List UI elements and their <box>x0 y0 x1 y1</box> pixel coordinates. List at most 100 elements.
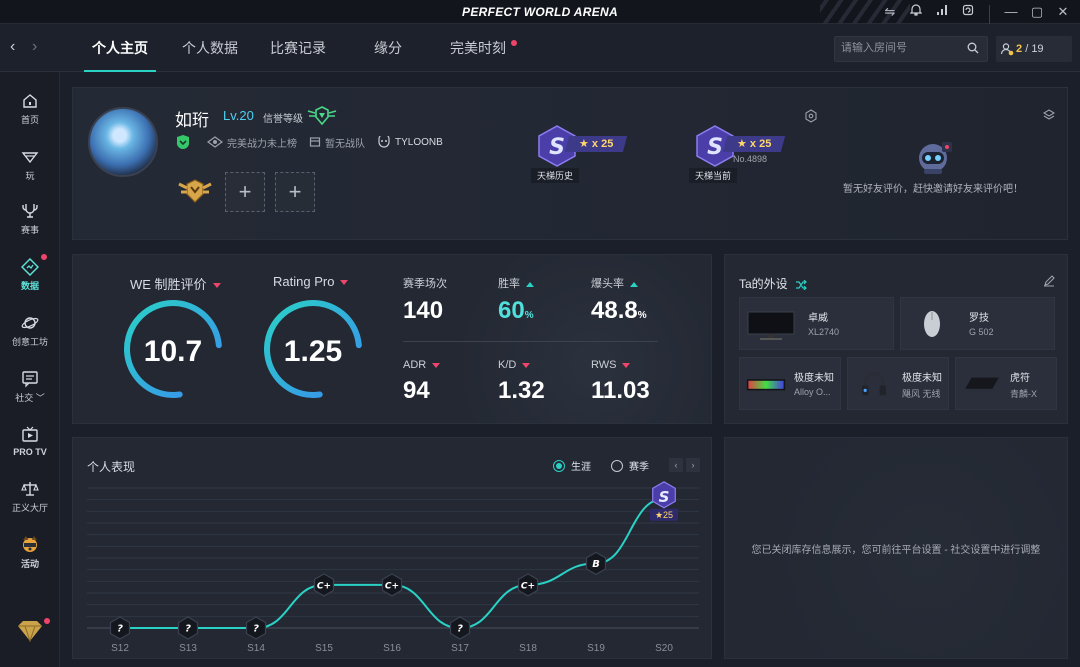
plus-icon: + <box>288 179 302 204</box>
dog-icon <box>23 536 37 552</box>
trophy-icon <box>22 204 38 218</box>
perfect-power[interactable]: 完美战力未上榜 <box>207 135 297 150</box>
history-nav: ‹ › <box>10 38 44 56</box>
clan-info[interactable]: TYLOONB <box>377 136 443 148</box>
svg-text:?: ? <box>457 624 463 635</box>
friends-icon <box>1000 43 1014 56</box>
rating-pro-title[interactable]: Rating Pro <box>273 274 349 289</box>
data-point[interactable]: ? <box>245 616 267 640</box>
inventory-panel: 您已关闭库存信息展示，您可前往平台设置 - 社交设置中进行调整 <box>724 437 1068 659</box>
data-point[interactable]: C+ <box>381 573 403 597</box>
tab-profile-home[interactable]: 个人主页 <box>84 24 156 72</box>
signal-icon[interactable] <box>933 2 951 22</box>
shuffle-icon[interactable] <box>795 279 807 291</box>
sidebar-item-home[interactable]: 首页 <box>0 92 60 126</box>
layers-icon[interactable] <box>1043 109 1055 121</box>
room-search-input[interactable] <box>841 42 961 54</box>
gear-card-monitor[interactable]: 卓威 XL2740 <box>739 297 894 350</box>
ladder-current-label: 天梯当前 <box>689 168 737 183</box>
gear-title: Ta的外设 <box>739 275 807 292</box>
x-tick-label: S19 <box>587 643 605 654</box>
we-rating-title[interactable]: WE 制胜评价 <box>130 274 221 293</box>
notification-dot <box>41 254 47 260</box>
mouse-icon <box>924 311 940 337</box>
profile-panel: 如珩 Lv.20 信誉等级 完美战力未上榜 暂无战队 TYLOONB + + S… <box>72 87 1068 240</box>
caret-up-icon <box>630 281 638 287</box>
svg-text:S: S <box>549 135 565 160</box>
gear-card-mouse[interactable]: 罗技 G 502 <box>900 297 1055 350</box>
caret-down-icon <box>522 362 531 368</box>
tab-perfect-moments[interactable]: 完美时刻 <box>446 24 517 72</box>
data-point[interactable]: ? <box>449 616 471 640</box>
vip-diamond-button[interactable] <box>0 618 60 645</box>
avatar[interactable] <box>88 107 158 177</box>
mode-career-radio[interactable]: 生涯 <box>553 458 591 473</box>
friends-online-count: 2 <box>1016 43 1023 55</box>
rank-wings-badge-icon[interactable] <box>175 172 215 212</box>
gear-card-headset[interactable]: 极度未知 飓风 无线 <box>847 357 949 410</box>
refresh-icon[interactable] <box>959 2 977 22</box>
mode-season-radio[interactable]: 赛季 <box>611 458 649 473</box>
team-icon <box>309 137 321 147</box>
diamond-icon <box>18 621 42 642</box>
stat-season-matches: 赛季场次 140 <box>403 278 447 324</box>
sidebar-item-justice-hall[interactable]: 正义大厅 <box>0 480 60 514</box>
sidebar-item-data[interactable]: 数据 <box>0 254 60 292</box>
inventory-hidden-message: 您已关闭库存信息展示，您可前往平台设置 - 社交设置中进行调整 <box>751 545 1041 556</box>
badge-row: + + <box>175 172 315 212</box>
x-tick-label: S18 <box>519 643 537 654</box>
data-point[interactable]: ? <box>177 616 199 640</box>
tv-icon <box>22 426 38 442</box>
stats-panel: WE 制胜评价 10.7 Rating Pro 1.25 赛季场次 140 胜率… <box>72 254 712 424</box>
settings-hex-icon[interactable] <box>804 109 818 123</box>
guard-badge[interactable] <box>175 134 195 150</box>
chat-icon <box>22 371 38 388</box>
sidebar-item-play[interactable]: 玩 <box>0 148 60 182</box>
data-point[interactable]: C+ <box>517 573 539 597</box>
bell-icon[interactable] <box>907 2 925 22</box>
tab-fate[interactable]: 缘分 <box>364 24 412 72</box>
close-icon[interactable]: ✕ <box>1054 2 1072 22</box>
forward-arrow-icon[interactable]: › <box>32 38 44 56</box>
stat-headshot-rate: 爆头率 48.8% <box>591 278 647 324</box>
data-point[interactable]: ? <box>109 616 131 640</box>
svg-text:B: B <box>592 559 600 570</box>
maximize-icon[interactable]: ▢ <box>1028 2 1046 22</box>
tab-match-records[interactable]: 比赛记录 <box>262 24 334 72</box>
team-info[interactable]: 暂无战队 <box>309 135 365 150</box>
svg-text:?: ? <box>185 624 191 635</box>
sidebar-item-workshop[interactable]: 创意工坊 <box>0 314 60 348</box>
credit-level-icon[interactable] <box>306 105 338 127</box>
performance-panel: S12 S13 S14 S15 S16 S17 S18 S19 S20??? C+ C+? C+ B S ★… <box>72 437 712 659</box>
sidebar-item-pro-tv[interactable]: PRO TV <box>0 426 60 457</box>
stat-win-rate: 胜率 60% <box>498 278 534 324</box>
svg-text:C+: C+ <box>521 581 535 591</box>
friends-counter[interactable]: 2 / 19 <box>996 36 1072 62</box>
sidebar-item-events[interactable]: 赛事 <box>0 202 60 236</box>
gear-card-mousepad[interactable]: 虎符 青麟-X <box>955 357 1057 410</box>
title-bar: PERFECT WORLD ARENA ⇋ — ▢ ✕ <box>0 0 1080 25</box>
sidebar-item-social[interactable]: 社交 ﹀ <box>0 370 60 404</box>
add-badge-button[interactable]: + <box>275 172 315 212</box>
planet-icon <box>21 317 39 329</box>
swap-icon[interactable]: ⇋ <box>881 2 899 22</box>
data-point[interactable]: S ★25 <box>650 481 678 521</box>
minimize-icon[interactable]: — <box>1002 2 1020 22</box>
chart-prev-button[interactable]: ‹ <box>669 458 683 472</box>
play-icon <box>21 152 39 164</box>
credit-level-label: 信誉等级 <box>263 114 303 125</box>
svg-text:?: ? <box>253 624 259 635</box>
data-point[interactable]: B <box>585 551 607 576</box>
edit-icon[interactable] <box>1043 275 1055 287</box>
tab-personal-data[interactable]: 个人数据 <box>168 24 252 72</box>
caret-down-icon <box>432 362 441 368</box>
gear-card-keyboard[interactable]: 极度未知 Alloy O... <box>739 357 841 410</box>
back-arrow-icon[interactable]: ‹ <box>10 38 22 56</box>
search-icon[interactable] <box>967 42 979 54</box>
caret-down-icon <box>622 362 631 368</box>
add-badge-button[interactable]: + <box>225 172 265 212</box>
caret-down-icon <box>340 280 349 286</box>
sidebar-item-activities[interactable]: 活动 <box>0 534 60 570</box>
data-point[interactable]: C+ <box>313 573 335 597</box>
chart-next-button[interactable]: › <box>686 458 700 472</box>
